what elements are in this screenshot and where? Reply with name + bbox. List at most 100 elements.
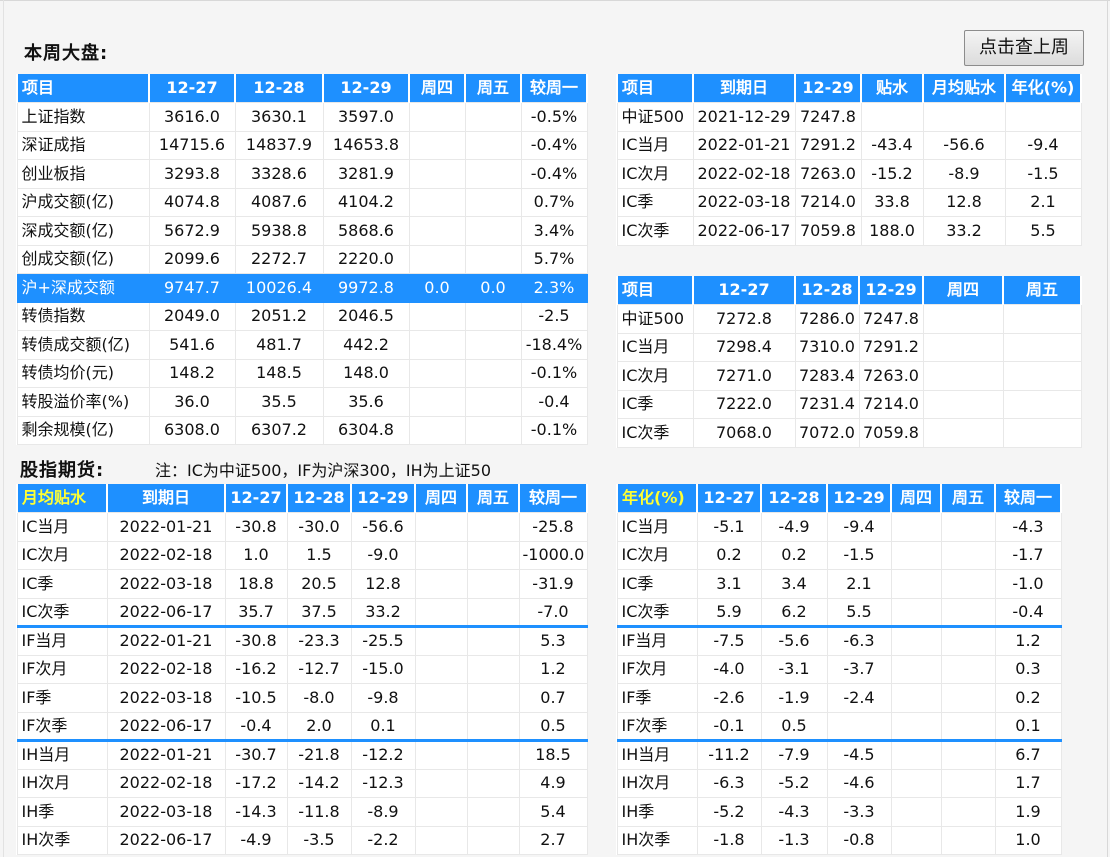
table-cell <box>890 711 942 741</box>
table-row: IC次季 7068.0 7072.0 7059.8 <box>616 418 1082 448</box>
table-cell: 541.6 <box>148 330 236 360</box>
table-cell: 7286.0 <box>794 304 860 334</box>
prices-table: 项目 12-27 12-28 12-29 周四 周五 中证500 7272.8 72… <box>616 276 1082 448</box>
table-header-row: 项目 到期日 12-29 贴水 月均贴水 年化(%) <box>616 74 1082 103</box>
table-cell: 1.0 <box>994 825 1062 855</box>
table-cell: -2.4 <box>826 683 892 713</box>
table-cell: 14715.6 <box>148 130 236 160</box>
row-label-cell: IC次季 <box>16 597 108 627</box>
table-cell: 9747.7 <box>148 273 236 303</box>
row-label-cell: 沪成交额(亿) <box>16 187 150 217</box>
table-cell: 2022-01-21 <box>106 512 226 542</box>
col-header: 项目 <box>616 74 694 103</box>
table-cell: 5.9 <box>696 597 762 627</box>
table-cell: -5.1 <box>696 512 762 542</box>
table-cell: -7.9 <box>760 739 828 770</box>
table-cell: 148.2 <box>148 358 236 388</box>
table-cell: 0.1 <box>350 711 416 741</box>
table-cell: -6.3 <box>826 625 892 656</box>
table-cell <box>890 825 942 855</box>
table-cell: 6308.0 <box>148 415 236 445</box>
table-cell: -4.9 <box>224 825 288 855</box>
col-header: 贴水 <box>860 74 924 103</box>
table-cell <box>464 358 522 388</box>
table-cell <box>466 825 520 855</box>
table-cell <box>922 418 1004 448</box>
previous-week-button[interactable]: 点击查上周 <box>964 30 1084 66</box>
table-cell: 0.2 <box>696 540 762 570</box>
row-label-cell: IF当月 <box>616 625 698 656</box>
table-cell: 35.5 <box>234 387 324 417</box>
frame-left-border <box>3 0 4 857</box>
table-cell <box>464 102 522 132</box>
table-cell: -30.8 <box>224 625 288 656</box>
table-cell: 7310.0 <box>794 332 860 362</box>
col-header: 12-27 <box>696 484 762 513</box>
row-label-cell: IC季 <box>616 389 694 419</box>
row-label-cell: 转债指数 <box>16 301 150 331</box>
table-cell <box>466 540 520 570</box>
table-cell <box>464 216 522 246</box>
futures-note: 注：IC为中证500，IF为沪深300，IH为上证50 <box>155 461 492 480</box>
table-cell: 0.3 <box>994 654 1062 684</box>
table-cell: 2022-02-18 <box>106 654 226 684</box>
table-cell: -12.7 <box>286 654 352 684</box>
table-cell: -15.0 <box>350 654 416 684</box>
table-cell: 1.2 <box>518 654 588 684</box>
table-header-row: 项目 12-27 12-28 12-29 周四 周五 <box>616 276 1082 305</box>
col-header: 12-27 <box>148 74 236 103</box>
table-cell <box>940 569 996 599</box>
row-label-cell: 深证成指 <box>16 130 150 160</box>
table-cell: 5.4 <box>518 797 588 827</box>
table-cell: 0.5 <box>760 711 828 741</box>
table-cell <box>466 597 520 627</box>
table-cell: 1.5 <box>286 540 352 570</box>
table-row: 创业板指 3293.8 3328.6 3281.9 -0.4% <box>16 159 588 189</box>
row-label-cell: 上证指数 <box>16 102 150 132</box>
table-cell: -4.6 <box>826 768 892 798</box>
table-cell: 2021-12-29 <box>692 102 796 132</box>
table-cell: 188.0 <box>860 216 924 246</box>
col-header: 月均贴水 <box>16 484 108 513</box>
table-row: IC季 2022-03-18 18.8 20.5 12.8 -31.9 <box>16 569 588 599</box>
row-label-cell: 转债均价(元) <box>16 358 150 388</box>
table-cell <box>464 330 522 360</box>
table-cell: 2022-03-18 <box>106 797 226 827</box>
table-cell: -2.2 <box>350 825 416 855</box>
table-cell: -30.7 <box>224 739 288 770</box>
table-cell: 1.2 <box>994 625 1062 656</box>
table-cell: 18.5 <box>518 739 588 770</box>
table-cell: -0.1% <box>520 358 588 388</box>
table-cell <box>922 361 1004 391</box>
row-label-cell: IC次季 <box>616 418 694 448</box>
table-cell: 2.1 <box>826 569 892 599</box>
table-cell: 2022-06-17 <box>692 216 796 246</box>
col-header: 12-29 <box>826 484 892 513</box>
table-cell: -1.8 <box>696 825 762 855</box>
table-cell <box>466 711 520 741</box>
row-label-cell: IH季 <box>616 797 698 827</box>
table-cell <box>466 739 520 770</box>
table-cell <box>922 102 1006 132</box>
table-cell: -1.0 <box>994 569 1062 599</box>
col-header: 周四 <box>922 276 1004 305</box>
table-cell <box>890 597 942 627</box>
table-cell: 4087.6 <box>234 187 324 217</box>
row-label-cell: IF当月 <box>16 625 108 656</box>
table-cell: 5868.6 <box>322 216 410 246</box>
col-header: 12-29 <box>322 74 410 103</box>
table-cell: 148.5 <box>234 358 324 388</box>
table-cell: 1.0 <box>224 540 288 570</box>
table-cell <box>414 540 468 570</box>
table-cell: 5938.8 <box>234 216 324 246</box>
col-header: 12-29 <box>858 276 924 305</box>
table-cell <box>940 711 996 741</box>
table-cell: 2099.6 <box>148 244 236 274</box>
monthly-discount-table: 月均贴水 到期日 12-27 12-28 12-29 周四 周五 较周一 IC当… <box>16 484 588 855</box>
table-cell: 20.5 <box>286 569 352 599</box>
row-label-cell: IC当月 <box>616 512 698 542</box>
table-cell: -12.3 <box>350 768 416 798</box>
table-cell <box>466 683 520 713</box>
table-cell: -0.4 <box>994 597 1062 627</box>
table-cell: -4.9 <box>760 512 828 542</box>
